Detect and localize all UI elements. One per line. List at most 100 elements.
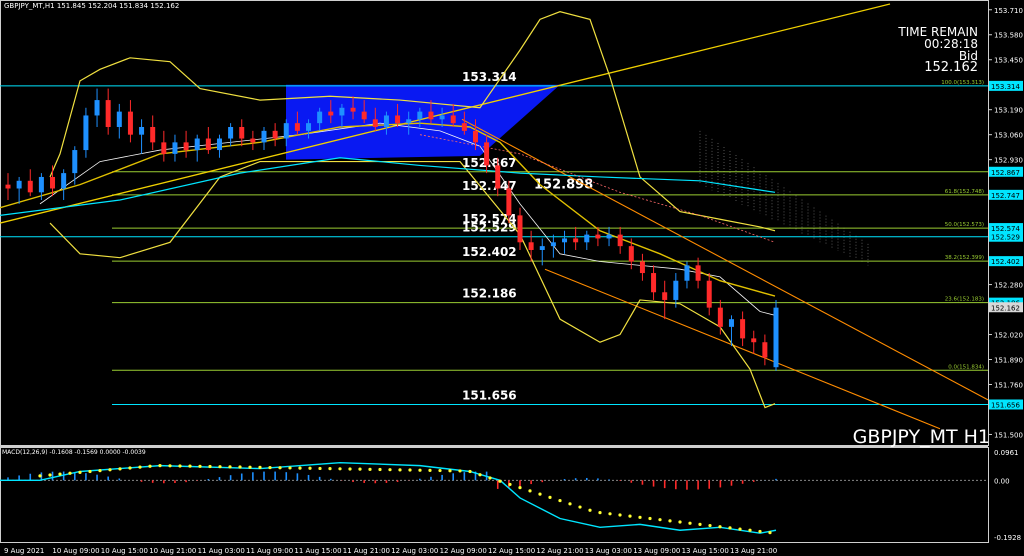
time-axis-label: 13 Aug 03:00 xyxy=(585,547,632,555)
candle-body xyxy=(428,111,434,120)
price-axis-label: 153.580 xyxy=(994,32,1023,40)
macd-signal-dot xyxy=(688,521,692,525)
macd-signal-dot xyxy=(268,465,272,470)
level-label: 153.314 xyxy=(462,70,517,84)
macd-signal-dot xyxy=(598,511,602,515)
candle-body xyxy=(762,342,768,358)
price-axis-label: 151.500 xyxy=(994,431,1023,439)
candle-body xyxy=(751,338,757,343)
macd-signal-dot xyxy=(628,514,632,518)
macd-signal-dot xyxy=(58,472,62,476)
uptrend-line xyxy=(0,3,891,224)
macd-signal-dot xyxy=(398,468,402,472)
fib-label: 100.0(153.313) xyxy=(941,80,984,86)
candle-body xyxy=(116,111,122,127)
candle-body xyxy=(439,115,445,120)
candle-body xyxy=(306,123,312,131)
candle-body xyxy=(272,130,278,139)
time-axis-label: 12 Aug 15:00 xyxy=(488,547,535,555)
macd-signal-dot xyxy=(248,465,252,469)
time-axis-label: 13 Aug 09:00 xyxy=(633,547,680,555)
candle-body xyxy=(105,100,111,127)
candle-body xyxy=(773,307,779,368)
time-axis-label: 11 Aug 15:00 xyxy=(294,547,341,555)
macd-signal-dot xyxy=(188,464,192,468)
candle-body xyxy=(406,119,412,124)
time-axis-label: 11 Aug 21:00 xyxy=(343,547,390,555)
level-label: 152.402 xyxy=(462,245,517,259)
candle-body xyxy=(38,176,44,193)
fib-label: 61.8(152.748) xyxy=(945,189,984,195)
ichimoku-cloud xyxy=(699,130,869,266)
candle-body xyxy=(205,138,211,151)
candle-body xyxy=(628,246,634,262)
candle-body xyxy=(216,138,222,151)
macd-signal-dot xyxy=(168,464,172,468)
candle-body xyxy=(283,123,289,139)
price-tag-label: 152.867 xyxy=(991,169,1020,177)
time-axis-label: 12 Aug 21:00 xyxy=(536,547,583,555)
macd-signal-dot xyxy=(498,479,502,483)
candle-body xyxy=(639,261,645,274)
macd-signal-dot xyxy=(578,505,582,509)
level-label: 151.656 xyxy=(462,388,517,402)
candle-body xyxy=(673,280,679,300)
candle-body xyxy=(94,100,100,116)
macd-signal-dot xyxy=(608,512,612,516)
macd-axis-label: -0.1928 xyxy=(994,534,1021,542)
candle-body xyxy=(506,188,512,216)
price-axis-label: 152.020 xyxy=(994,332,1023,340)
macd-signal-dot xyxy=(38,474,42,478)
macd-signal-dot xyxy=(48,473,52,477)
candle-body xyxy=(150,126,156,143)
candle-body xyxy=(317,111,323,124)
candle-body xyxy=(706,280,712,308)
macd-signal-dot xyxy=(158,464,162,468)
candle-body xyxy=(239,126,245,139)
macd-signal-dot xyxy=(298,466,302,470)
macd-signal-dot xyxy=(518,486,522,490)
candle-body xyxy=(294,123,300,131)
macd-signal-dot xyxy=(208,464,212,469)
price-tag-label: 152.529 xyxy=(991,234,1020,242)
macd-signal-dot xyxy=(678,520,682,524)
time-axis-label: 9 Aug 2021 xyxy=(4,547,44,555)
candle-body xyxy=(228,126,234,139)
price-axis-label: 153.710 xyxy=(994,7,1023,15)
macd-signal-dot xyxy=(728,526,732,530)
macd-signal-dot xyxy=(408,468,412,472)
macd-signal-dot xyxy=(718,525,722,529)
macd-signal-dot xyxy=(128,466,132,470)
macd-signal-dot xyxy=(698,522,702,526)
macd-signal-dot xyxy=(228,465,232,469)
price-axis-label: 151.760 xyxy=(994,382,1023,390)
price-axis-label: 153.450 xyxy=(994,57,1023,65)
candle-body xyxy=(617,234,623,247)
macd-signal-dot xyxy=(98,469,102,473)
macd-axis-label: 0.0961 xyxy=(994,449,1019,457)
candle-body xyxy=(339,107,345,116)
candle-body xyxy=(350,107,356,112)
candle-body xyxy=(139,126,145,135)
macd-signal-dot xyxy=(138,465,142,469)
macd-signal-dot xyxy=(318,466,322,471)
candle-body xyxy=(606,234,612,239)
macd-signal-dot xyxy=(768,531,772,535)
macd-signal-dot xyxy=(428,468,432,472)
macd-signal-dot xyxy=(378,467,382,472)
time-axis-label: 10 Aug 21:00 xyxy=(149,547,196,555)
candle-body xyxy=(517,215,523,243)
macd-signal-dot xyxy=(478,473,482,477)
macd-signal-dot xyxy=(658,518,662,522)
candle-body xyxy=(72,150,78,174)
macd-header: MACD(12,26,9) -0.1608 -0.1569 0.0000 -0.… xyxy=(2,449,146,456)
moving-average-cyan xyxy=(0,157,776,216)
symbol-header: GBPJPY_MT,H1 151.845 152.204 151.834 152… xyxy=(4,2,180,10)
fib-label: 0.0(151.834) xyxy=(948,364,984,370)
candle-body xyxy=(495,165,501,189)
price-axis-label: 153.060 xyxy=(994,132,1023,140)
macd-signal-dot xyxy=(118,467,122,471)
price-tag-label: 152.747 xyxy=(991,192,1020,200)
macd-signal-dot xyxy=(278,466,282,470)
time-axis-label: 13 Aug 21:00 xyxy=(730,547,777,555)
